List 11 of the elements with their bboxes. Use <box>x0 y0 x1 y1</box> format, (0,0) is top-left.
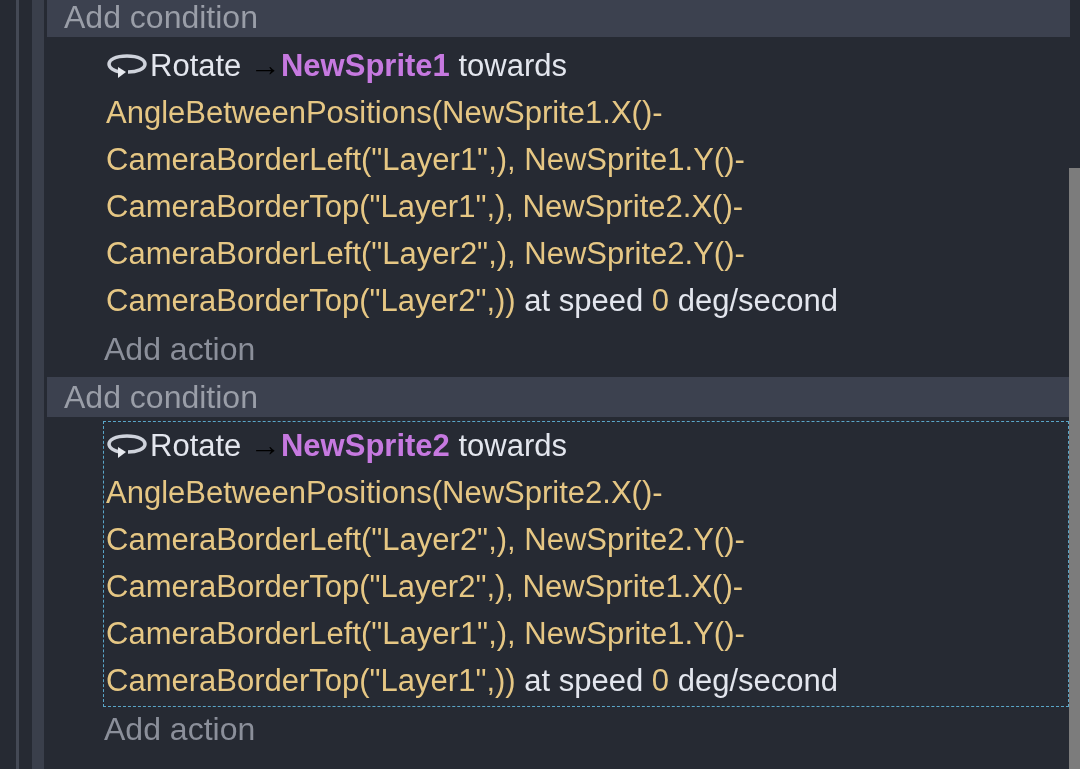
action-title: Rotate →NewSprite2 towards <box>150 427 567 465</box>
action-parameters: AngleBetweenPositions(NewSprite2.X()-CameraBorderLeft("Layer2",), NewSprite2.Y()-CameraBorderTop("Layer2",), NewSprite1.X()-CameraBorderLeft("Layer1",), NewSprite1.Y()-CameraBorderTop("Layer1",)) at speed 0 deg/second <box>106 474 840 700</box>
rotate-icon <box>106 432 148 459</box>
add-action-link[interactable]: Add action <box>104 329 256 369</box>
rotate-icon <box>106 52 148 79</box>
scrollbar[interactable] <box>1069 168 1080 769</box>
add-action-link[interactable]: Add action <box>104 709 256 749</box>
action-title: Rotate →NewSprite1 towards <box>150 47 567 85</box>
add-condition-link[interactable]: Add condition <box>64 0 258 37</box>
add-condition-link[interactable]: Add condition <box>64 377 258 417</box>
action-parameters: AngleBetweenPositions(NewSprite1.X()-CameraBorderLeft("Layer1",), NewSprite1.Y()-CameraBorderTop("Layer1",), NewSprite2.X()-CameraBorderLeft("Layer2",), NewSprite2.Y()-CameraBorderTop("Layer2",)) at speed 0 deg/second <box>106 94 840 320</box>
